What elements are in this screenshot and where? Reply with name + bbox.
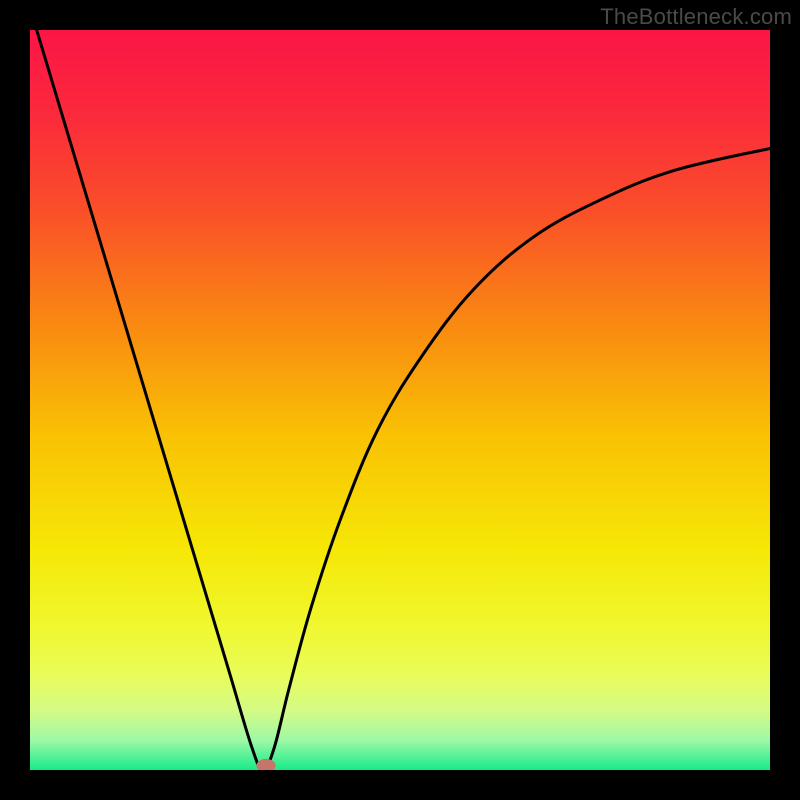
chart-svg	[30, 30, 770, 770]
chart-frame: { "watermark": "TheBottleneck.com", "col…	[0, 0, 800, 800]
watermark-text: TheBottleneck.com	[600, 4, 792, 30]
gradient-backdrop	[30, 30, 770, 770]
plot-area	[30, 30, 770, 770]
